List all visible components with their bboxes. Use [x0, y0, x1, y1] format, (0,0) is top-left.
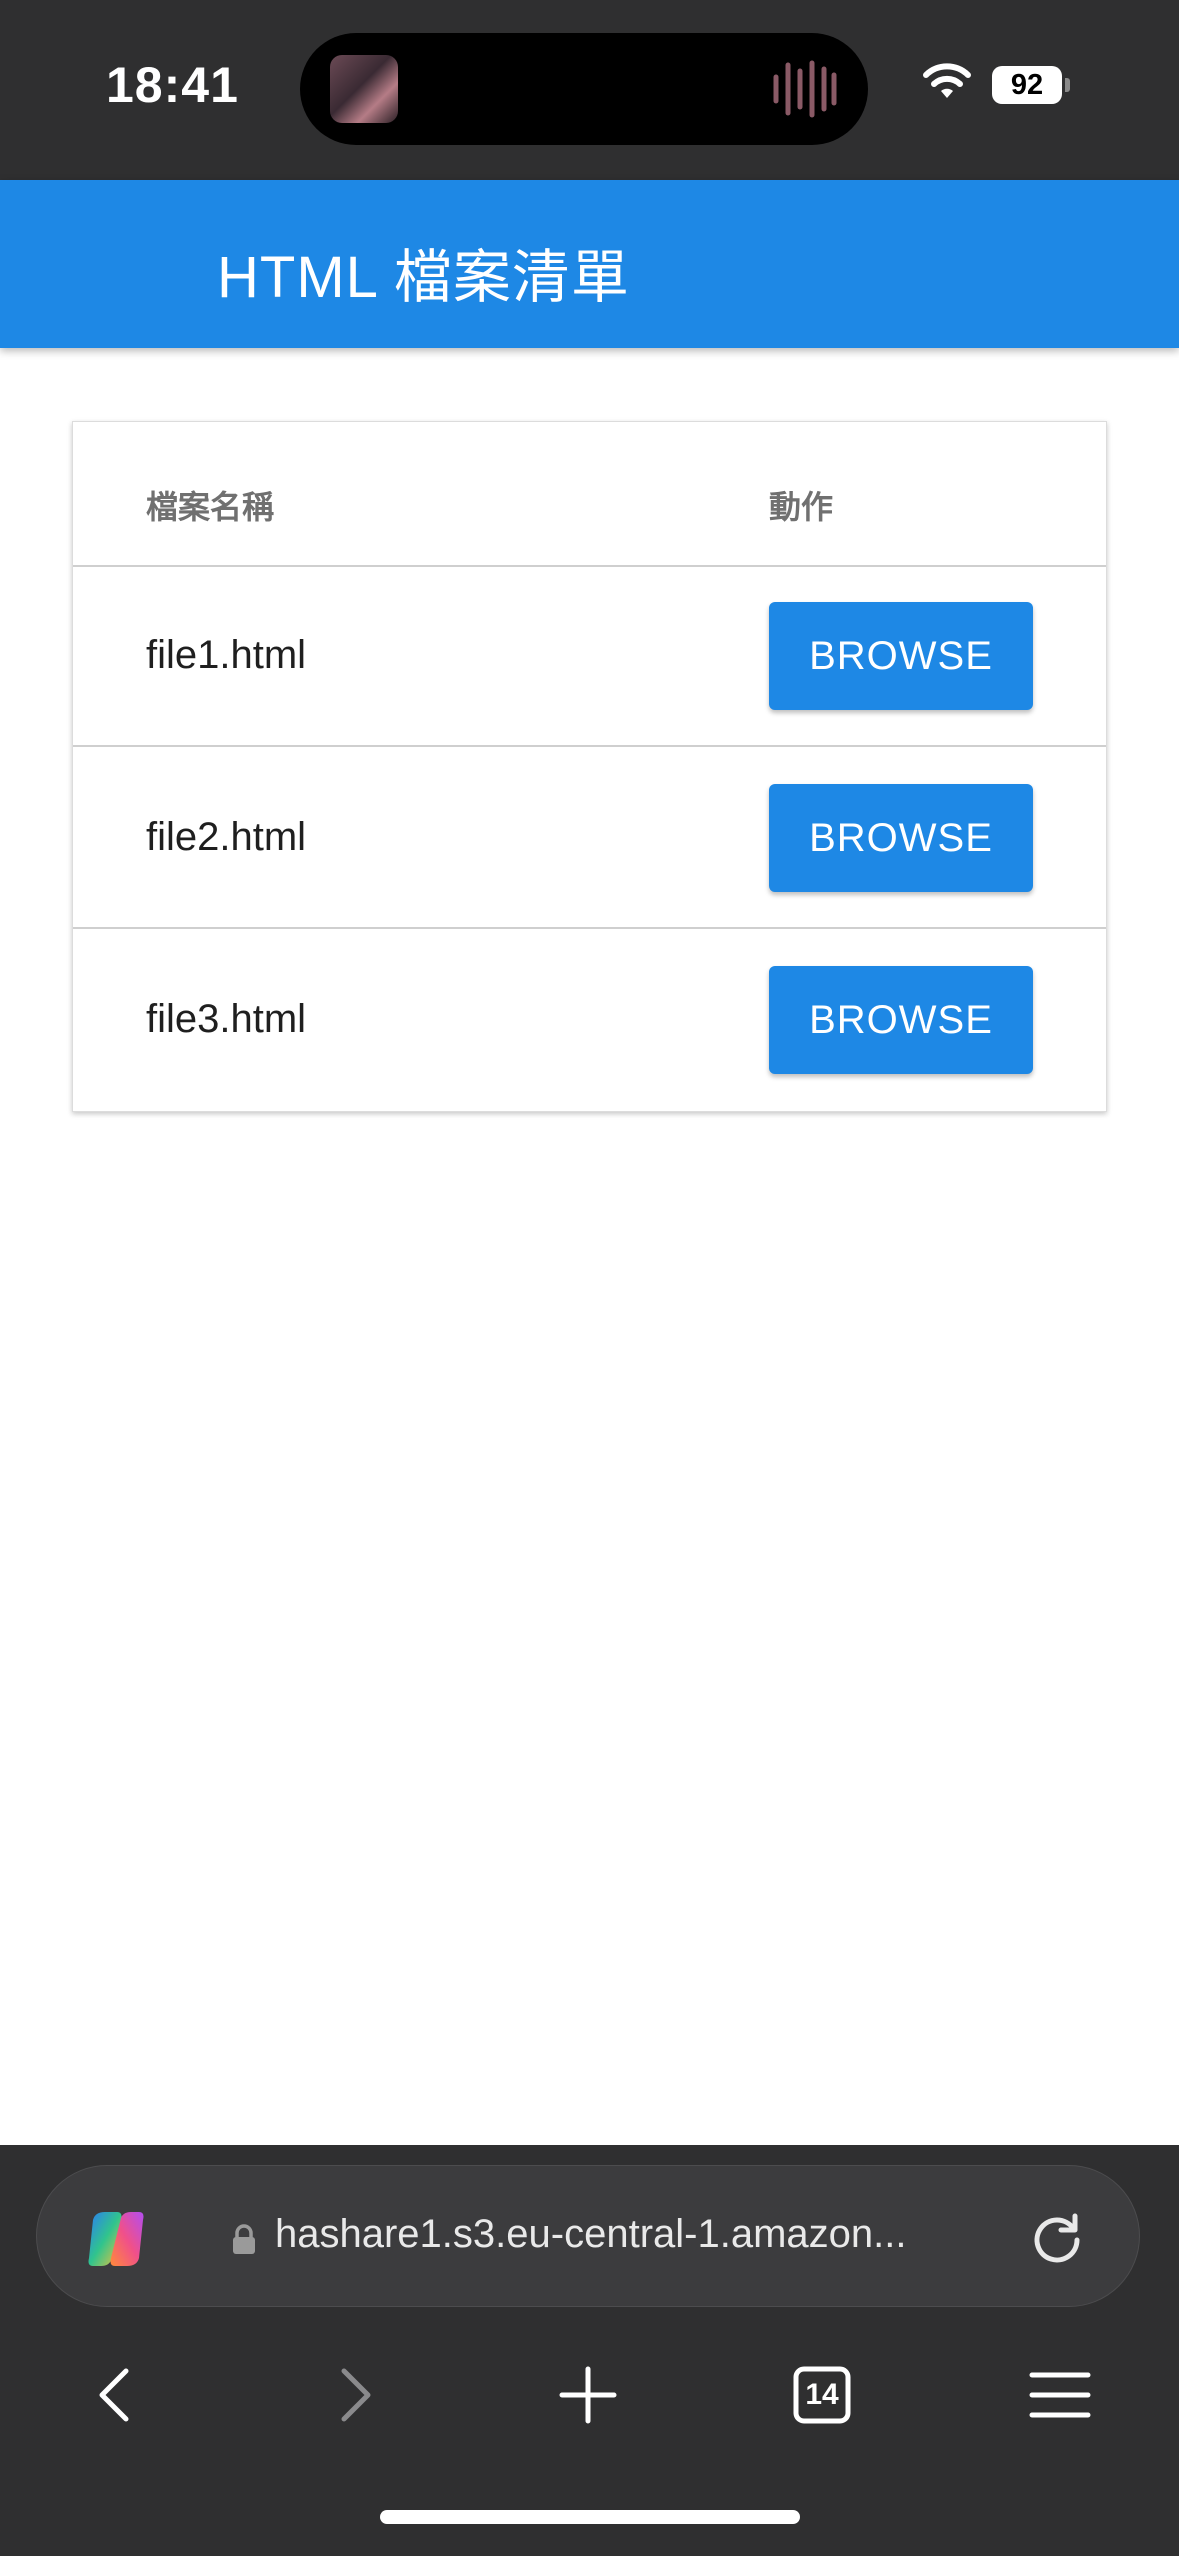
- status-time: 18:41: [106, 57, 239, 113]
- table-row: file1.html BROWSE: [73, 565, 1106, 747]
- page-title: HTML 檔案清單: [217, 245, 630, 310]
- tab-count: 14: [805, 2378, 839, 2411]
- url-text[interactable]: hashare1.s3.eu-central-1.amazon...: [275, 2212, 906, 2257]
- dynamic-island[interactable]: [300, 33, 868, 145]
- browse-button[interactable]: BROWSE: [769, 784, 1033, 892]
- browser-toolbar: hashare1.s3.eu-central-1.amazon... 14: [0, 2145, 1179, 2556]
- table-header: 檔案名稱 動作: [73, 422, 1106, 567]
- reload-icon[interactable]: [1027, 2208, 1087, 2268]
- copilot-icon[interactable]: [83, 2206, 149, 2272]
- tabs-button[interactable]: 14: [790, 2363, 854, 2427]
- back-icon[interactable]: [84, 2363, 148, 2427]
- now-playing-artwork: [330, 55, 398, 123]
- audio-waveform-icon: [773, 60, 837, 118]
- lock-icon: [233, 2224, 255, 2254]
- battery-indicator: 92: [992, 66, 1062, 104]
- column-header-action: 動作: [769, 489, 834, 525]
- address-bar[interactable]: hashare1.s3.eu-central-1.amazon...: [36, 2165, 1140, 2307]
- table-row: file2.html BROWSE: [73, 747, 1106, 929]
- forward-icon[interactable]: [322, 2363, 386, 2427]
- file-name: file3.html: [146, 997, 307, 1041]
- file-table: 檔案名稱 動作 file1.html BROWSE file2.html BRO…: [72, 421, 1107, 1112]
- app-bar: HTML 檔案清單: [0, 180, 1179, 348]
- file-name: file1.html: [146, 633, 307, 677]
- browse-button[interactable]: BROWSE: [769, 602, 1033, 710]
- wifi-icon: [923, 63, 971, 98]
- column-header-filename: 檔案名稱: [146, 489, 275, 525]
- new-tab-icon[interactable]: [556, 2363, 620, 2427]
- home-indicator[interactable]: [380, 2510, 800, 2524]
- status-bar: 18:41 92: [0, 0, 1179, 180]
- browse-button[interactable]: BROWSE: [769, 966, 1033, 1074]
- menu-icon[interactable]: [1028, 2363, 1092, 2427]
- battery-cap: [1065, 78, 1070, 92]
- file-name: file2.html: [146, 815, 307, 859]
- table-row: file3.html BROWSE: [73, 929, 1106, 1109]
